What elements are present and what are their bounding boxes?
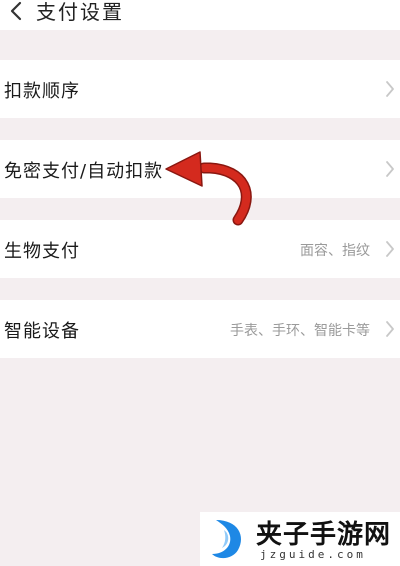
watermark-subtitle: jzguide.com bbox=[260, 548, 366, 561]
chevron-right-icon bbox=[386, 321, 394, 337]
chevron-right-icon bbox=[386, 241, 394, 257]
chevron-right-icon bbox=[386, 81, 394, 97]
row-label: 智能设备 bbox=[4, 321, 80, 342]
settings-row-deduction-order[interactable]: 扣款顺序 bbox=[0, 60, 400, 118]
chevron-right-icon bbox=[386, 161, 394, 177]
curved-arrow-icon bbox=[165, 151, 252, 226]
row-label: 免密支付/自动扣款 bbox=[4, 161, 164, 182]
site-watermark: 夹子手游网 jzguide.com bbox=[200, 512, 400, 566]
row-label: 扣款顺序 bbox=[4, 81, 80, 102]
settings-row-smart-devices[interactable]: 智能设备 手表、手环、智能卡等 bbox=[0, 300, 400, 358]
row-value: 面容、指纹 bbox=[300, 243, 370, 259]
logo-icon bbox=[212, 520, 242, 559]
header-bar: 支付设置 bbox=[0, 0, 400, 30]
row-value: 手表、手环、智能卡等 bbox=[230, 323, 370, 339]
page-title: 支付设置 bbox=[36, 0, 124, 24]
chevron-left-icon[interactable] bbox=[6, 0, 26, 24]
watermark-title: 夹子手游网 bbox=[256, 520, 392, 550]
row-label: 生物支付 bbox=[4, 241, 80, 262]
